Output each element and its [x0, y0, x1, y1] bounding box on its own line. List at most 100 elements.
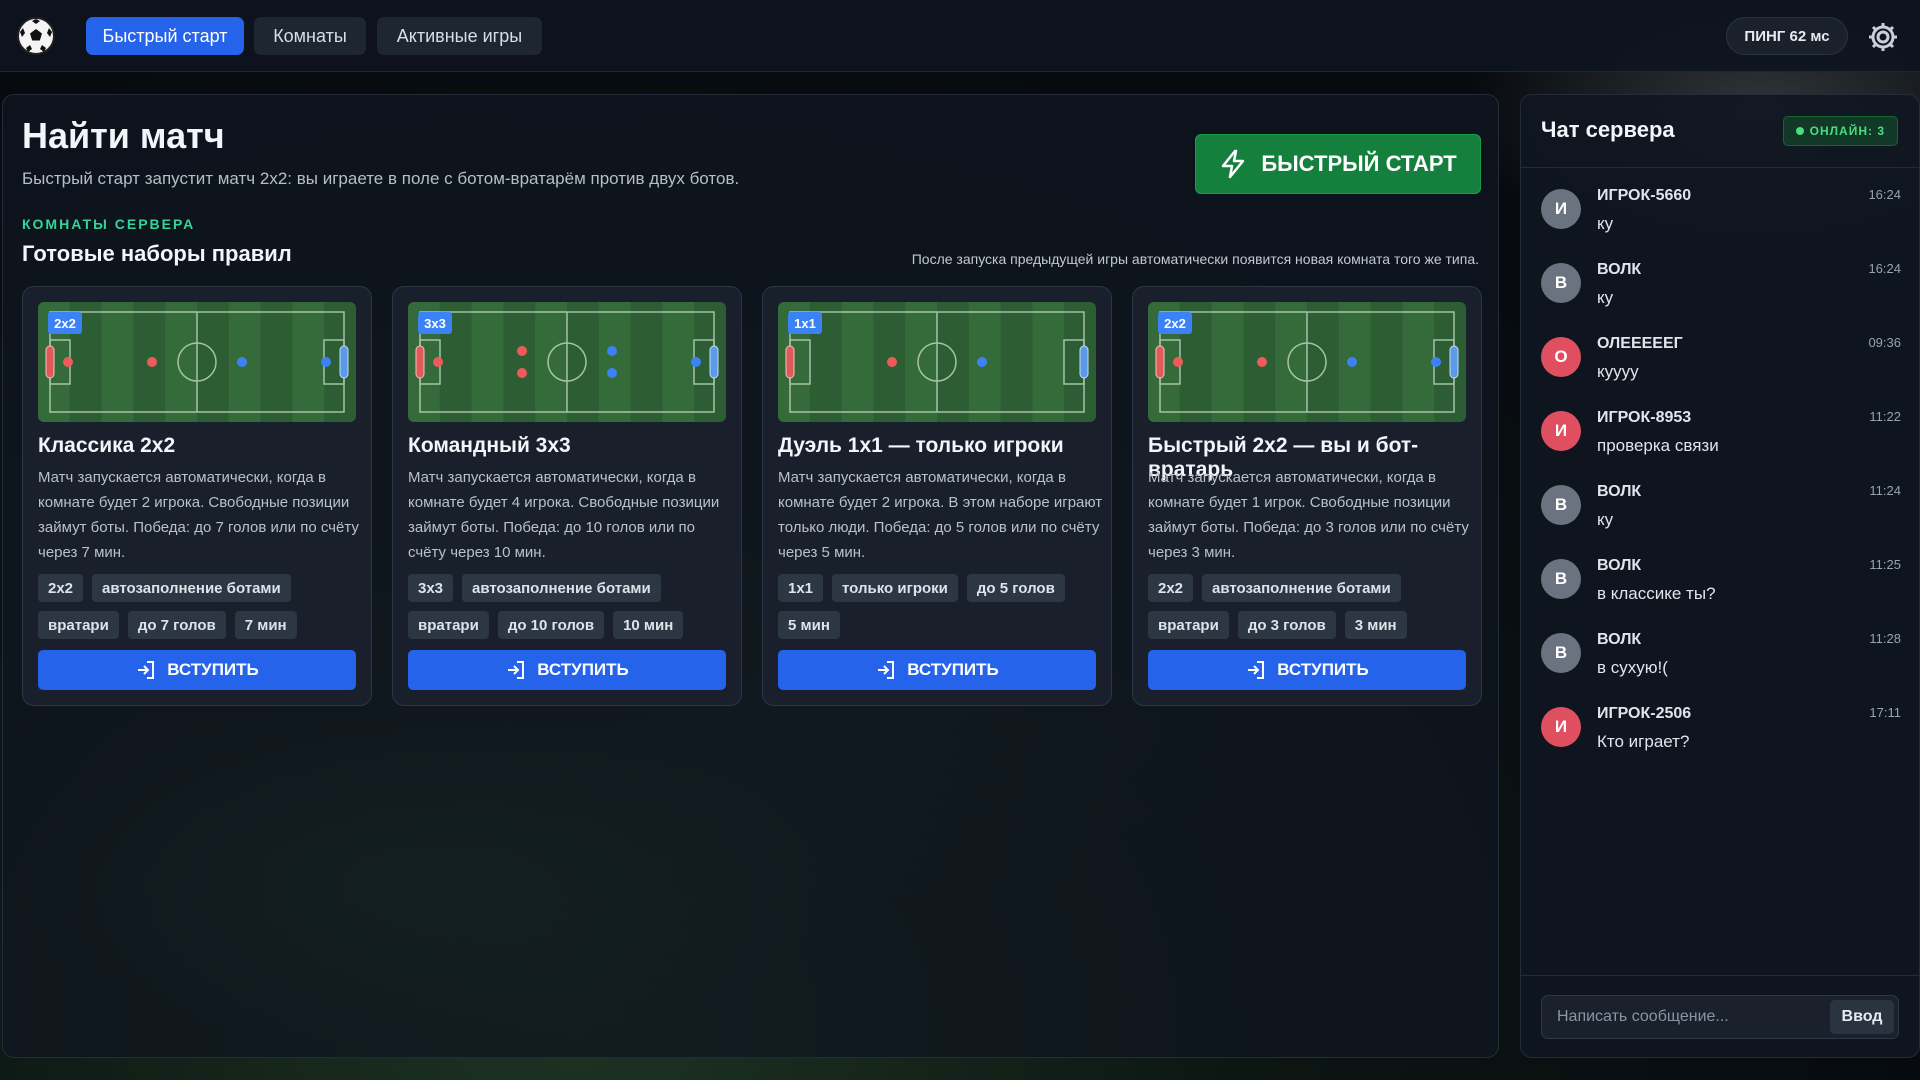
join-button[interactable]: ВСТУПИТЬ [408, 650, 726, 690]
tab-active-games[interactable]: Активные игры [377, 17, 542, 55]
join-label: ВСТУПИТЬ [537, 660, 629, 679]
chat-message: В ВОЛК в классике ты? 11:25 [1541, 557, 1901, 619]
tag: 2x2 [38, 574, 84, 602]
football-pitch [408, 302, 726, 422]
avatar: И [1541, 411, 1581, 451]
avatar: В [1541, 559, 1581, 599]
message-author: ИГРОК-8953 [1597, 409, 1692, 426]
chat-input-box: Ввод [1541, 995, 1899, 1039]
chat-message: И ИГРОК-5660 ку 16:24 [1541, 187, 1901, 249]
message-author: ВОЛК [1597, 631, 1642, 648]
tag: 2x2 [1148, 574, 1194, 602]
card-description: Матч запускается автоматически, когда в … [778, 469, 1103, 561]
message-time: 16:24 [1868, 187, 1901, 202]
card-tags: 2x2 автозаполнение ботами вратари до 3 г… [1148, 574, 1473, 639]
message-time: 11:28 [1869, 631, 1901, 646]
mode-badge: 2x2 [1158, 312, 1192, 334]
enter-icon [878, 661, 895, 679]
message-time: 11:22 [1869, 409, 1901, 424]
message-text: Кто играет? [1597, 732, 1690, 751]
message-author: ВОЛК [1597, 557, 1642, 574]
enter-icon [508, 661, 525, 679]
tag: до 3 голов [1237, 611, 1336, 639]
room-card-team-3x3: 3x3 Командный 3x3 Матч запускается автом… [392, 286, 742, 706]
send-button[interactable]: Ввод [1830, 1000, 1894, 1034]
card-title: Дуэль 1x1 — только игроки [778, 434, 1064, 457]
divider [1521, 167, 1919, 168]
football-pitch [778, 302, 1096, 422]
enter-icon [138, 661, 155, 679]
join-button[interactable]: ВСТУПИТЬ [1148, 650, 1466, 690]
message-text: куууу [1597, 362, 1639, 381]
gear-icon[interactable] [1866, 20, 1900, 54]
join-label: ВСТУПИТЬ [907, 660, 999, 679]
tag: вратари [1148, 611, 1229, 639]
message-author: ВОЛК [1597, 261, 1642, 278]
online-badge: ОНЛАЙН: 3 [1782, 116, 1898, 146]
enter-icon [1248, 661, 1265, 679]
tag: автозаполнение ботами [92, 574, 291, 602]
card-tags: 3x3 автозаполнение ботами вратари до 10 … [408, 574, 733, 639]
card-tags: 2x2 автозаполнение ботами вратари до 7 г… [38, 574, 363, 639]
card-description: Матч запускается автоматически, когда в … [1148, 469, 1469, 561]
card-title: Классика 2x2 [38, 434, 176, 457]
room-card-quick-2x2: 2x2 Быстрый 2x2 — вы и бот-вратарь Матч … [1132, 286, 1482, 706]
tab-rooms[interactable]: Комнаты [254, 17, 366, 55]
server-chat-panel: Чат сервера ОНЛАЙН: 3 И ИГРОК-5660 ку 16:24… [1520, 94, 1920, 1058]
tag: до 5 голов [966, 574, 1065, 602]
mode-badge: 2x2 [48, 312, 82, 334]
message-author: ИГРОК-2506 [1597, 705, 1692, 722]
chat-message-input[interactable] [1543, 997, 1823, 1037]
tag: 5 мин [778, 611, 840, 639]
message-text: ку [1597, 510, 1614, 529]
join-label: ВСТУПИТЬ [1277, 660, 1369, 679]
join-button[interactable]: ВСТУПИТЬ [38, 650, 356, 690]
chat-title: Чат сервера [1541, 117, 1675, 142]
online-dot-icon [1795, 127, 1804, 135]
football-pitch [38, 302, 356, 422]
avatar: О [1541, 337, 1581, 377]
message-author: ИГРОК-5660 [1597, 187, 1692, 204]
tab-quick-start[interactable]: Быстрый старт [86, 17, 244, 55]
pitch-preview: 3x3 [408, 302, 726, 422]
page-subtitle: Быстрый старт запустит матч 2x2: вы игра… [22, 169, 740, 188]
pitch-preview: 2x2 [38, 302, 356, 422]
page-title: Найти матч [22, 115, 225, 156]
tag: до 10 голов [497, 611, 605, 639]
message-time: 17:11 [1869, 705, 1901, 720]
find-match-panel: Найти матч Быстрый старт запустит матч 2… [2, 94, 1499, 1058]
section-title: Готовые наборы правил [22, 241, 292, 266]
soccer-ball-icon[interactable] [16, 16, 56, 56]
divider [1521, 975, 1919, 976]
section-label: КОМНАТЫ СЕРВЕРА [22, 216, 196, 232]
tag: 1x1 [778, 574, 824, 602]
chat-message: В ВОЛК в сухую!(11:28 [1541, 631, 1901, 693]
tag: 3x3 [408, 574, 454, 602]
football-pitch [1148, 302, 1466, 422]
join-button[interactable]: ВСТУПИТЬ [778, 650, 1096, 690]
message-time: 16:24 [1868, 261, 1901, 276]
message-author: ОЛЕЕЕЕЕГ [1597, 335, 1683, 352]
online-count: ОНЛАЙН: 3 [1809, 124, 1885, 138]
message-time: 11:25 [1869, 557, 1901, 572]
tag: 7 мин [234, 611, 297, 639]
lightning-icon [1222, 149, 1245, 179]
chat-message: В ВОЛК ку 16:24 [1541, 261, 1901, 323]
chat-message: И ИГРОК-2506 Кто играет? 17:11 [1541, 705, 1901, 767]
card-title: Командный 3x3 [408, 434, 571, 457]
top-bar: Быстрый старт Комнаты Активные игры ПИНГ… [0, 0, 1920, 72]
message-time: 11:24 [1869, 483, 1901, 498]
pitch-preview: 1x1 [778, 302, 1096, 422]
card-tags: 1x1 только игроки до 5 голов 5 мин [778, 574, 1103, 639]
chat-message: В ВОЛК ку 11:24 [1541, 483, 1901, 545]
quick-start-button[interactable]: БЫСТРЫЙ СТАРТ [1195, 134, 1481, 194]
message-author: ВОЛК [1597, 483, 1642, 500]
message-text: ку [1597, 214, 1614, 233]
room-card-duel-1x1: 1x1 Дуэль 1x1 — только игроки Матч запус… [762, 286, 1112, 706]
chat-message: О ОЛЕЕЕЕЕГ куууу 09:36 [1541, 335, 1901, 397]
message-time: 09:36 [1868, 335, 1901, 350]
tag: автозаполнение ботами [462, 574, 661, 602]
mode-badge: 3x3 [418, 312, 452, 334]
message-text: ку [1597, 288, 1614, 307]
tag: до 7 голов [127, 611, 226, 639]
